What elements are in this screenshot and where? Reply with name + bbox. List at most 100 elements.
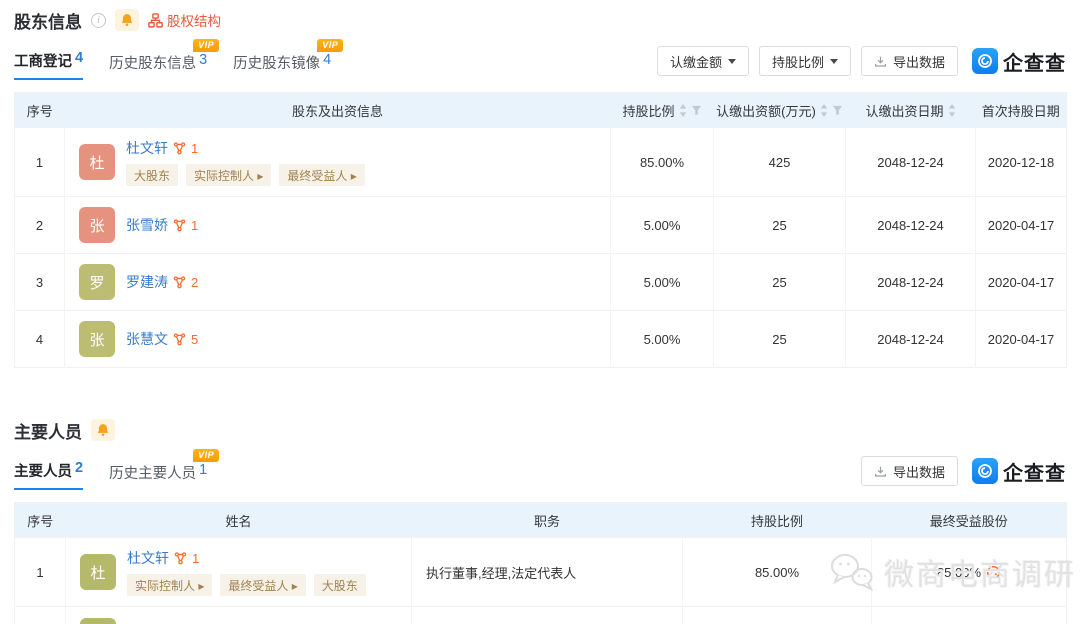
column-header: 序号: [15, 503, 66, 538]
name-line: 杜文轩1: [126, 138, 365, 158]
benefit-text: 85.00%: [937, 565, 981, 580]
avatar: 杜: [79, 144, 115, 180]
ratio-cell: 5.00%: [611, 197, 714, 254]
person: 杜杜文轩1 大股东实际控制人 ▸ 最终受益人 ▸: [79, 138, 610, 186]
personnel-tabs: 主要人员2 历史主要人员1VIP: [14, 460, 207, 490]
table-row: 2郭郭利民1监事-: [15, 607, 1067, 624]
chevron-down-icon: [830, 59, 838, 64]
ratio-cell: 85.00%: [683, 538, 872, 607]
ratio-cell: 5.00%: [611, 311, 714, 368]
person-name-link[interactable]: 罗建涛: [126, 272, 168, 292]
row-number: 1: [15, 538, 66, 607]
vip-badge: VIP: [193, 39, 219, 52]
column-header: 序号: [15, 93, 65, 128]
person: 郭郭利民1: [80, 618, 411, 624]
equity-relation-icon: [174, 552, 187, 565]
sub-date-cell: 2048-12-24: [846, 197, 976, 254]
position-cell: 监事: [412, 607, 683, 624]
export-data-button[interactable]: 导出数据: [861, 456, 958, 486]
person-name-link[interactable]: 杜文轩: [127, 548, 169, 568]
vip-badge: VIP: [193, 449, 219, 462]
benefit-cell: 85.00%: [872, 538, 1067, 607]
role-tag[interactable]: 大股东: [126, 164, 178, 186]
column-header: 职务: [412, 503, 683, 538]
column-header-label: 序号: [27, 101, 53, 120]
tab-count: 4: [323, 52, 331, 73]
tab-label: 历史股东信息: [109, 52, 196, 73]
equity-structure-link[interactable]: 股权结构: [148, 10, 221, 30]
relation-count: 1: [192, 551, 199, 566]
role-tag[interactable]: 实际控制人 ▸: [186, 164, 271, 186]
person-cell: 郭郭利民1: [66, 607, 412, 624]
column-header-label: 姓名: [225, 511, 251, 530]
relation-count: 5: [191, 332, 198, 347]
equity-relation-icon: [173, 333, 186, 346]
sub-date-cell: 2048-12-24: [846, 254, 976, 311]
person-cell: 杜杜文轩1实际控制人 ▸最终受益人 ▸大股东: [66, 538, 412, 607]
sort-icon[interactable]: [820, 104, 828, 117]
relation-count: 1: [191, 218, 198, 233]
avatar: 罗: [79, 264, 115, 300]
column-header-text: 序号: [27, 511, 53, 530]
first-date-cell: 2020-12-18: [976, 128, 1067, 197]
table-row: 1杜杜文轩1大股东实际控制人 ▸最终受益人 ▸85.00%4252048-12-…: [15, 128, 1067, 197]
person-name-link[interactable]: 张雪娇: [126, 215, 168, 235]
filter-icon[interactable]: [832, 105, 843, 116]
filter-icon[interactable]: [691, 105, 702, 116]
person: 张张慧文 5: [79, 321, 610, 357]
avatar: 张: [79, 207, 115, 243]
ratio-cell: -: [683, 607, 872, 624]
qichacha-logo-icon: [972, 48, 998, 74]
role-tag[interactable]: 最终受益人 ▸: [279, 164, 364, 186]
role-tag[interactable]: 实际控制人 ▸: [127, 574, 212, 596]
column-header: 最终受益股份: [872, 503, 1067, 538]
tag-line: 实际控制人 ▸ 最终受益人 ▸ 大股东: [127, 574, 366, 596]
bell-button[interactable]: [115, 9, 139, 31]
person-name-link[interactable]: 杜文轩: [126, 138, 168, 158]
person: 罗罗建涛 2: [79, 264, 610, 300]
shareholders-table: 序号股东及出资信息持股比例认缴出资额(万元)认缴出资日期首次持股日期 1杜杜文轩…: [14, 92, 1067, 368]
tab-历史股东信息[interactable]: 历史股东信息3VIP: [109, 52, 207, 80]
tab-count: 2: [75, 460, 83, 481]
tab-count: 1: [199, 462, 207, 483]
sub-date-cell: 2048-12-24: [846, 311, 976, 368]
sort-icon[interactable]: [679, 104, 687, 117]
column-header-text: 姓名: [225, 511, 251, 530]
column-header-label: 持股比例: [751, 511, 803, 530]
column-header: 认缴出资日期: [846, 93, 976, 128]
amount-filter-button[interactable]: 认缴金额: [657, 46, 749, 76]
column-header: 持股比例: [683, 503, 872, 538]
person-cell: 杜杜文轩1 大股东实际控制人 ▸ 最终受益人 ▸: [65, 128, 611, 197]
relation-count: 2: [191, 275, 198, 290]
tab-工商登记[interactable]: 工商登记4: [14, 50, 83, 80]
column-header-label: 持股比例: [622, 101, 701, 120]
info-icon[interactable]: i: [91, 13, 106, 28]
table-row: 1杜杜文轩1实际控制人 ▸最终受益人 ▸大股东执行董事,经理,法定代表人85.0…: [15, 538, 1067, 607]
chevron-down-icon: [728, 59, 736, 64]
position-cell: 执行董事,经理,法定代表人: [412, 538, 683, 607]
person-name-link[interactable]: 张慧文: [126, 329, 168, 349]
sort-icon[interactable]: [948, 104, 956, 117]
tab-历史主要人员[interactable]: 历史主要人员1VIP: [109, 462, 207, 490]
person-info: 杜文轩1 大股东实际控制人 ▸ 最终受益人 ▸: [126, 138, 365, 186]
avatar: 郭: [80, 618, 116, 624]
table-row: 4张张慧文55.00%252048-12-242020-04-17: [15, 311, 1067, 368]
export-data-button[interactable]: 导出数据: [861, 46, 958, 76]
column-header-text: 股东及出资信息: [292, 101, 383, 120]
ratio-cell: 5.00%: [611, 254, 714, 311]
table-row: 3罗罗建涛25.00%252048-12-242020-04-17: [15, 254, 1067, 311]
role-tag[interactable]: 最终受益人 ▸: [220, 574, 305, 596]
tab-历史股东镜像[interactable]: 历史股东镜像4VIP: [233, 52, 331, 80]
row-number: 2: [15, 197, 65, 254]
name-line: 张慧文 5: [126, 329, 198, 349]
ratio-filter-button[interactable]: 持股比例: [759, 46, 851, 76]
bell-button[interactable]: [91, 419, 115, 441]
equity-relation-icon: [173, 142, 186, 155]
personnel-title: 主要人员: [14, 418, 82, 443]
avatar: 张: [79, 321, 115, 357]
tab-主要人员[interactable]: 主要人员2: [14, 460, 83, 490]
first-date-cell: 2020-04-17: [976, 197, 1067, 254]
role-tag[interactable]: 大股东: [314, 574, 366, 596]
amount-cell: 425: [714, 128, 846, 197]
company-profile-page: 股东信息 i 股权结构 工商登记4历史股东信息3VIP历史股东镜像4VIP: [0, 0, 1080, 624]
